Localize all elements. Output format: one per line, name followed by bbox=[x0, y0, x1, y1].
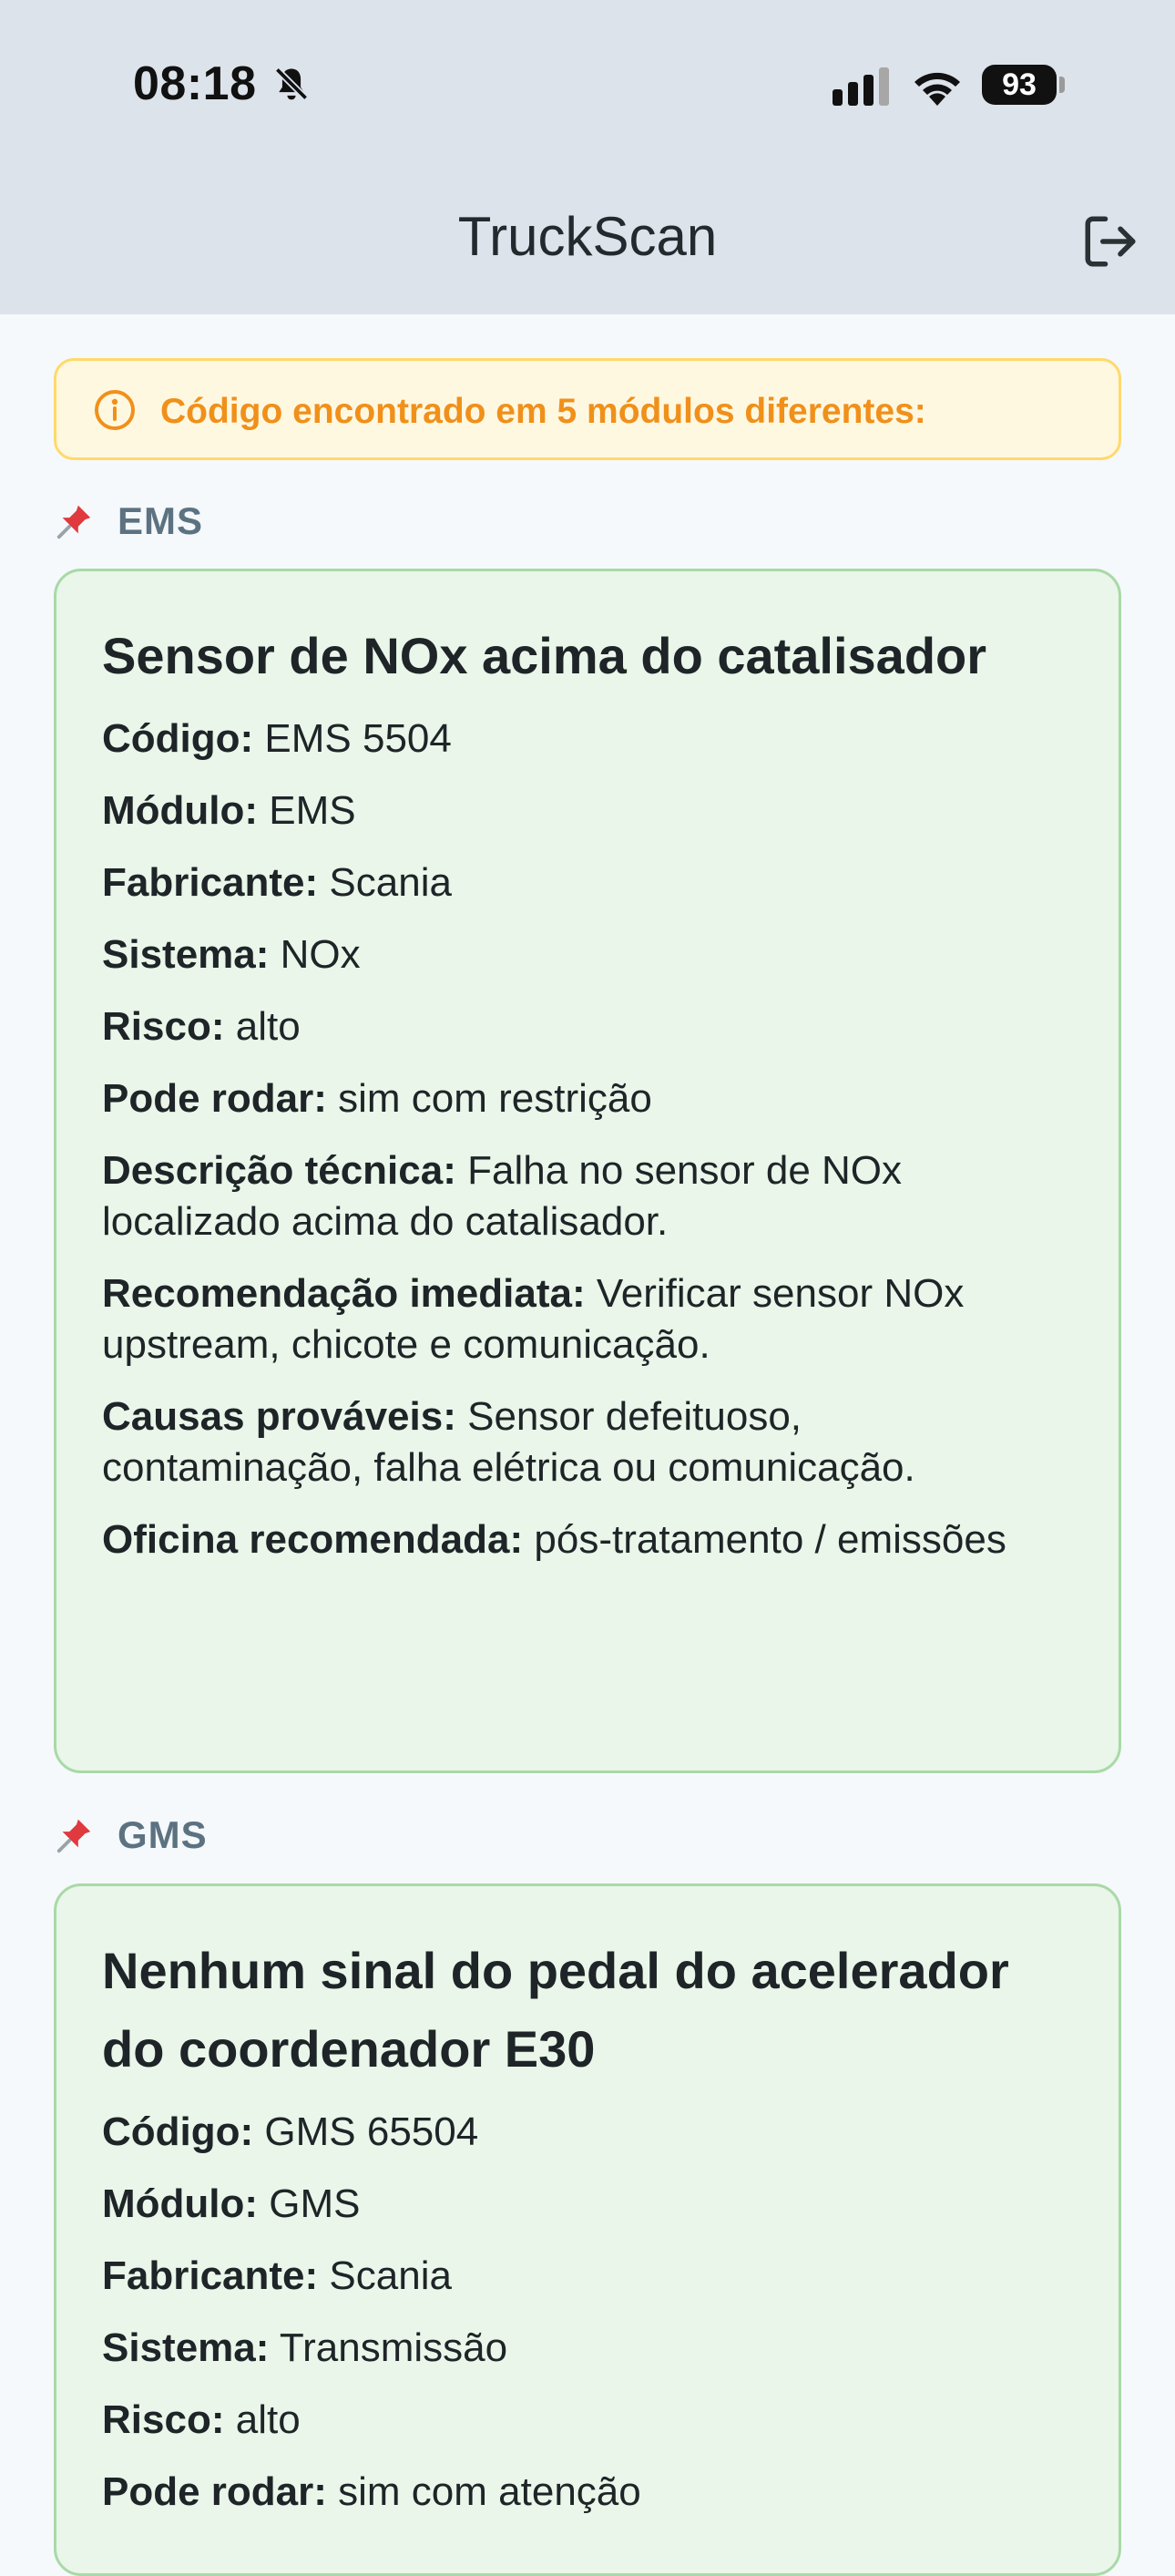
battery-level: 93 bbox=[1002, 67, 1037, 102]
field-module: Módulo: GMS bbox=[102, 2179, 1073, 2230]
field-value: sim com atenção bbox=[338, 2469, 641, 2514]
field-can-drive: Pode rodar: sim com restrição bbox=[102, 1073, 1073, 1124]
field-can-drive: Pode rodar: sim com atenção bbox=[102, 2467, 1073, 2518]
module-label-gms: GMS bbox=[54, 1813, 208, 1857]
field-value: sim com restrição bbox=[338, 1076, 652, 1121]
field-system: Sistema: NOx bbox=[102, 929, 1073, 980]
field-technical-description: Descrição técnica: Falha no sensor de NO… bbox=[102, 1145, 1073, 1247]
field-immediate-recommendation: Recomendação imediata: Verificar sensor … bbox=[102, 1268, 1073, 1370]
field-label: Módulo: bbox=[102, 2181, 259, 2226]
field-recommended-workshop: Oficina recomendada: pós-tratamento / em… bbox=[102, 1514, 1073, 1565]
field-value: Scania bbox=[329, 860, 452, 905]
field-label: Risco: bbox=[102, 1004, 225, 1049]
module-label-ems: EMS bbox=[54, 499, 203, 543]
field-value: Scania bbox=[329, 2253, 452, 2298]
field-value: EMS bbox=[269, 788, 356, 833]
battery-tip bbox=[1059, 77, 1065, 93]
fault-title: Sensor de NOx acima do catalisador bbox=[102, 627, 987, 684]
info-circle-icon bbox=[95, 390, 135, 430]
field-label: Fabricante: bbox=[102, 2253, 319, 2298]
field-label: Causas prováveis: bbox=[102, 1394, 456, 1439]
field-code: Código: GMS 65504 bbox=[102, 2107, 1073, 2158]
field-label: Pode rodar: bbox=[102, 2469, 327, 2514]
field-label: Módulo: bbox=[102, 788, 259, 833]
field-label: Código: bbox=[102, 2109, 254, 2154]
field-label: Pode rodar: bbox=[102, 1076, 327, 1121]
wifi-icon bbox=[914, 72, 960, 106]
field-label: Código: bbox=[102, 716, 254, 761]
field-value: Transmissão bbox=[279, 2325, 508, 2370]
status-time: 08:18 bbox=[133, 57, 257, 110]
battery-icon: 93 bbox=[982, 65, 1057, 105]
app-title: TruckScan bbox=[457, 206, 718, 267]
field-system: Sistema: Transmissão bbox=[102, 2323, 1073, 2374]
field-value: GMS bbox=[269, 2181, 361, 2226]
multi-module-alert: Código encontrado em 5 módulos diferente… bbox=[54, 358, 1121, 460]
field-probable-causes: Causas prováveis: Sensor defeituoso, con… bbox=[102, 1391, 1073, 1493]
field-value: NOx bbox=[280, 932, 361, 977]
field-risk: Risco: alto bbox=[102, 2395, 1073, 2446]
logout-icon[interactable] bbox=[1080, 211, 1140, 272]
module-label-text: EMS bbox=[118, 499, 204, 542]
fault-card-gms: Nenhum sinal do pedal do acelerador do c… bbox=[54, 1883, 1121, 2576]
field-manufacturer: Fabricante: Scania bbox=[102, 857, 1073, 908]
field-value: GMS 65504 bbox=[264, 2109, 479, 2154]
bell-off-icon bbox=[274, 67, 309, 101]
field-value: alto bbox=[235, 2397, 301, 2442]
field-label: Sistema: bbox=[102, 2325, 270, 2370]
field-label: Risco: bbox=[102, 2397, 225, 2442]
module-label-text: GMS bbox=[118, 1813, 208, 1856]
field-label: Fabricante: bbox=[102, 860, 319, 905]
field-label: Recomendação imediata: bbox=[102, 1271, 586, 1316]
alert-text: Código encontrado em 5 módulos diferente… bbox=[160, 392, 926, 431]
field-value: alto bbox=[235, 1004, 301, 1049]
field-manufacturer: Fabricante: Scania bbox=[102, 2251, 1073, 2302]
field-code: Código: EMS 5504 bbox=[102, 713, 1073, 765]
field-label: Sistema: bbox=[102, 932, 270, 977]
field-label: Descrição técnica: bbox=[102, 1148, 456, 1193]
field-module: Módulo: EMS bbox=[102, 785, 1073, 836]
field-value: EMS 5504 bbox=[264, 716, 452, 761]
pushpin-icon bbox=[56, 1819, 91, 1853]
header-bar: 08:18 93 TruckScan bbox=[0, 0, 1175, 314]
fault-card-ems: Sensor de NOx acima do catalisador Códig… bbox=[54, 569, 1121, 1773]
cellular-signal-icon bbox=[833, 67, 889, 106]
field-risk: Risco: alto bbox=[102, 1001, 1073, 1052]
pushpin-icon bbox=[56, 505, 91, 539]
field-value: pós-tratamento / emissões bbox=[534, 1517, 1006, 1562]
field-label: Oficina recomendada: bbox=[102, 1517, 524, 1562]
fault-title: Nenhum sinal do pedal do acelerador do c… bbox=[102, 1942, 1009, 2078]
